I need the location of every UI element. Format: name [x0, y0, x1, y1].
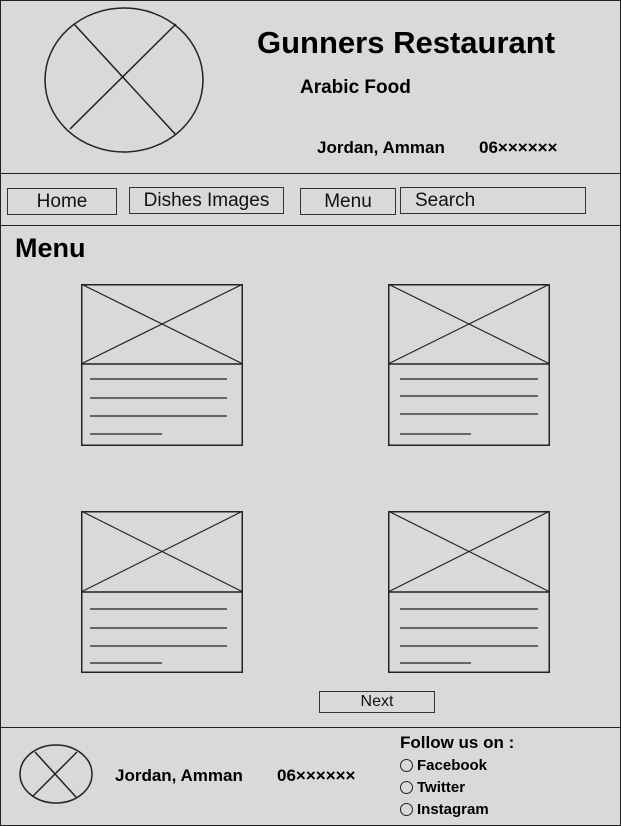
- footer-phone: 06××××××: [277, 766, 356, 785]
- logo-placeholder-icon: [19, 744, 93, 804]
- header-location: Jordan, Amman: [317, 138, 445, 157]
- dish-card[interactable]: [81, 284, 243, 446]
- image-placeholder-icon: [388, 511, 550, 673]
- footer-divider: [1, 727, 620, 728]
- footer-location: Jordan, Amman: [115, 766, 243, 785]
- next-button[interactable]: Next: [319, 691, 435, 713]
- dish-card[interactable]: [81, 511, 243, 673]
- social-label: Twitter: [417, 779, 466, 796]
- dish-card[interactable]: [388, 284, 550, 446]
- page-subtitle: Arabic Food: [300, 77, 411, 98]
- radio-circle-icon: [400, 803, 413, 816]
- social-link-facebook[interactable]: Facebook: [400, 757, 487, 774]
- header-divider: [1, 173, 620, 174]
- nav-home-button[interactable]: Home: [7, 188, 117, 215]
- nav-divider: [1, 225, 620, 226]
- follow-us-label: Follow us on :: [400, 733, 515, 752]
- logo-placeholder-icon: [44, 7, 204, 153]
- image-placeholder-icon: [81, 284, 243, 446]
- image-placeholder-icon: [81, 511, 243, 673]
- nav-menu-button[interactable]: Menu: [300, 188, 396, 215]
- dish-card[interactable]: [388, 511, 550, 673]
- menu-heading: Menu: [15, 233, 86, 263]
- image-placeholder-icon: [388, 284, 550, 446]
- page-title: Gunners Restaurant: [257, 25, 556, 60]
- search-input[interactable]: [400, 187, 586, 214]
- social-label: Instagram: [417, 801, 489, 818]
- social-link-instagram[interactable]: Instagram: [400, 801, 489, 818]
- social-label: Facebook: [417, 757, 488, 774]
- page: Gunners Restaurant Arabic Food Jordan, A…: [0, 0, 621, 826]
- nav-dishes-images-button[interactable]: Dishes Images: [129, 187, 284, 214]
- radio-circle-icon: [400, 781, 413, 794]
- radio-circle-icon: [400, 759, 413, 772]
- header-phone: 06××××××: [479, 138, 558, 157]
- social-link-twitter[interactable]: Twitter: [400, 779, 465, 796]
